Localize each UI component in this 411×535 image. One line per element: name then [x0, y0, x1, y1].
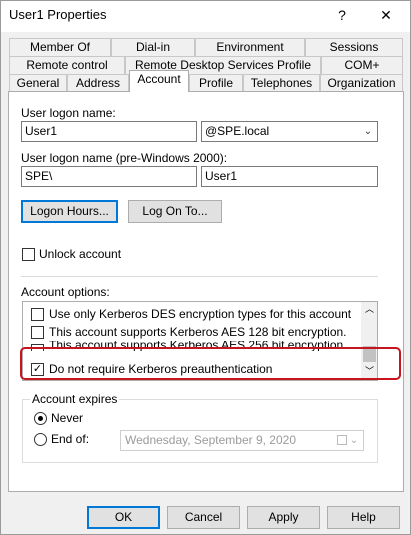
- divider: [21, 276, 378, 277]
- logon-hours-button[interactable]: Logon Hours...: [21, 200, 118, 223]
- domain-select-value: @SPE.local: [205, 124, 270, 138]
- option-label: This account supports Kerberos AES 128 b…: [49, 325, 347, 339]
- tab-dial-in[interactable]: Dial-in: [111, 38, 195, 56]
- end-of-label: End of:: [51, 432, 90, 446]
- close-icon[interactable]: ✕: [375, 5, 397, 25]
- unlock-account-checkbox[interactable]: [22, 248, 35, 261]
- window-title: User1 Properties: [9, 7, 107, 22]
- title-bar: User1 Properties ? ✕: [1, 1, 410, 32]
- tab-profile[interactable]: Profile: [189, 74, 243, 92]
- tab-organization[interactable]: Organization: [320, 74, 403, 92]
- end-of-date-value: Wednesday, September 9, 2020: [125, 433, 296, 447]
- logon-name-input[interactable]: User1: [21, 121, 197, 142]
- calendar-icon: [337, 435, 347, 445]
- account-options-label: Account options:: [21, 285, 110, 299]
- pre2000-user-input[interactable]: User1: [201, 166, 378, 187]
- end-of-radio[interactable]: [34, 433, 47, 446]
- pre2000-domain-field: SPE\: [21, 166, 197, 187]
- chevron-up-icon[interactable]: ︿: [361, 302, 377, 317]
- tab-environment[interactable]: Environment: [195, 38, 305, 56]
- cancel-button[interactable]: Cancel: [167, 506, 240, 529]
- tab-com-plus[interactable]: COM+: [321, 56, 403, 74]
- never-radio[interactable]: [34, 412, 47, 425]
- highlight-annotation: [20, 347, 401, 380]
- unlock-account-label: Unlock account: [39, 247, 122, 261]
- tab-member-of[interactable]: Member Of: [9, 38, 111, 56]
- help-title-button[interactable]: ?: [331, 5, 353, 25]
- never-label: Never: [51, 411, 84, 425]
- tab-general[interactable]: General: [9, 74, 67, 92]
- tab-remote-control[interactable]: Remote control: [9, 56, 125, 74]
- pre2000-label: User logon name (pre-Windows 2000):: [21, 151, 228, 165]
- tab-telephones[interactable]: Telephones: [243, 74, 320, 92]
- chevron-down-icon: ⌄: [349, 435, 359, 446]
- option-checkbox[interactable]: [31, 326, 44, 339]
- help-button[interactable]: Help: [327, 506, 400, 529]
- end-of-date-picker[interactable]: Wednesday, September 9, 2020 ⌄: [120, 430, 364, 451]
- tab-address[interactable]: Address: [67, 74, 129, 92]
- tab-account[interactable]: Account: [129, 70, 189, 92]
- ok-button[interactable]: OK: [87, 506, 160, 529]
- chevron-down-icon: ⌄: [363, 126, 373, 137]
- list-item[interactable]: This account supports Kerberos AES 128 b…: [31, 323, 351, 341]
- log-on-to-button[interactable]: Log On To...: [128, 200, 222, 223]
- account-expires-label: Account expires: [30, 392, 120, 406]
- apply-button[interactable]: Apply: [247, 506, 320, 529]
- option-checkbox[interactable]: [31, 308, 44, 321]
- option-label: Use only Kerberos DES encryption types f…: [49, 307, 352, 321]
- domain-select[interactable]: @SPE.local ⌄: [201, 121, 378, 142]
- list-item[interactable]: Use only Kerberos DES encryption types f…: [31, 305, 351, 323]
- logon-name-label: User logon name:: [21, 106, 116, 120]
- tab-sessions[interactable]: Sessions: [305, 38, 403, 56]
